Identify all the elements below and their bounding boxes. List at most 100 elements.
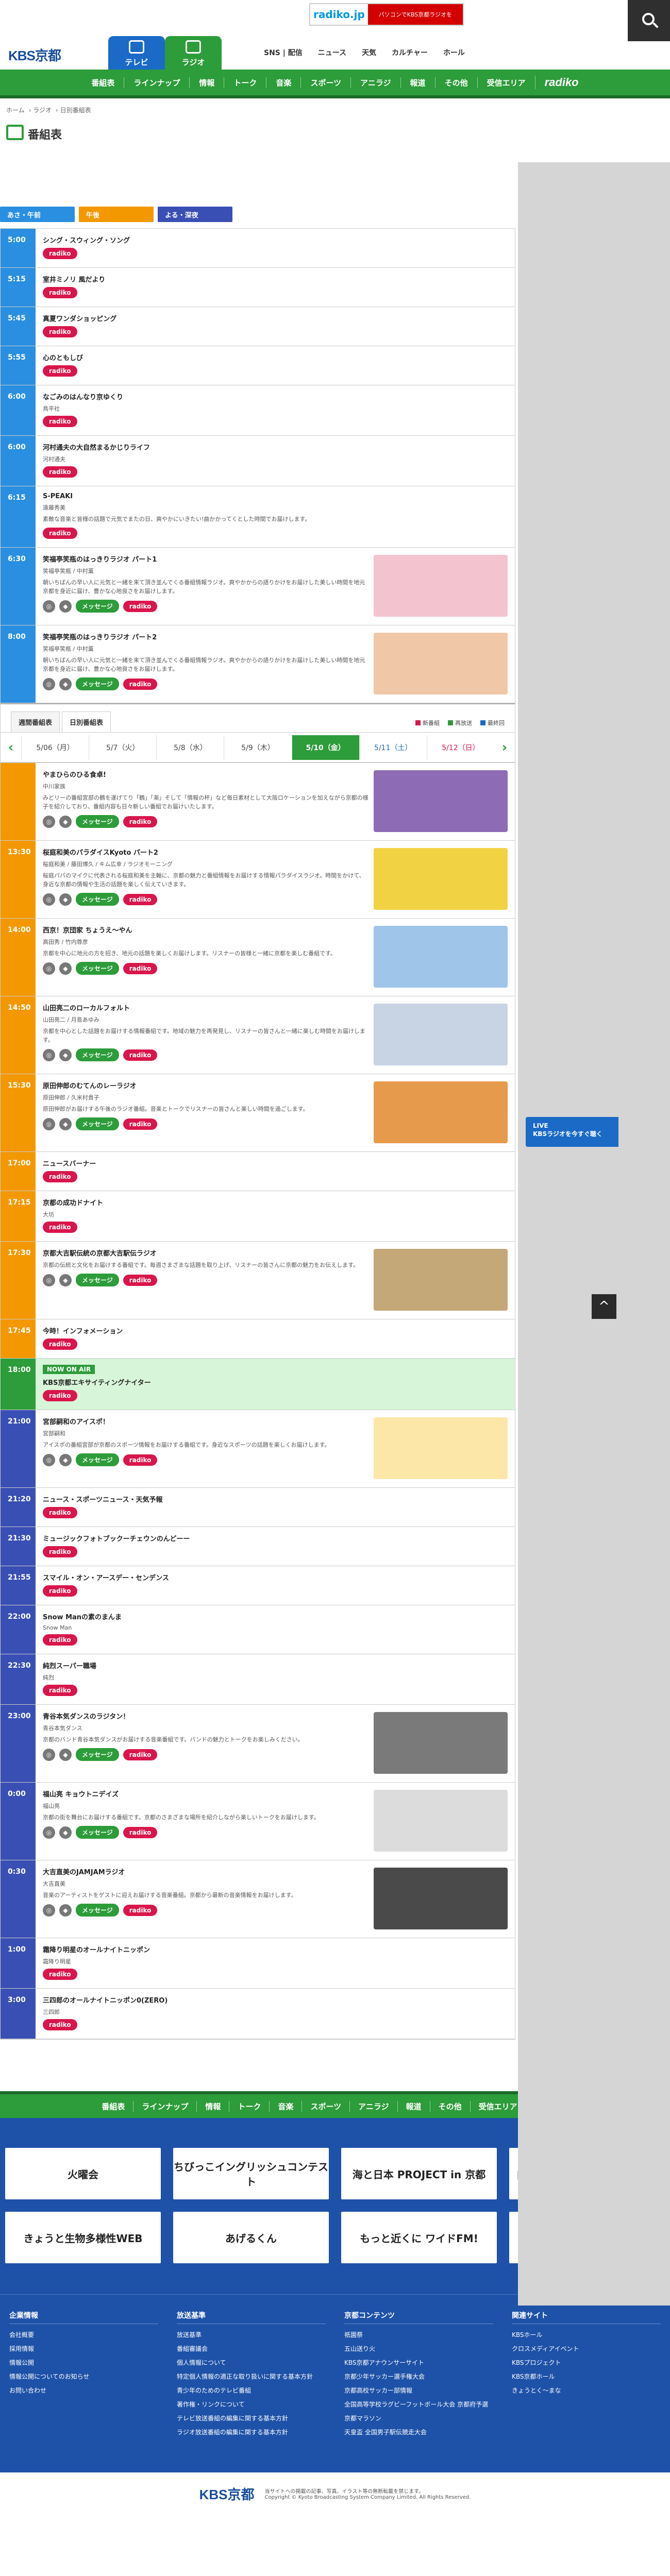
- footer-link[interactable]: 個人情報について: [177, 2358, 326, 2367]
- program-body[interactable]: 今時！インフォメーション radiko: [36, 1319, 515, 1358]
- radiko-button[interactable]: radiko: [123, 962, 158, 974]
- radiko-button[interactable]: radiko: [123, 1118, 158, 1130]
- twitter-icon[interactable]: ◆: [59, 1826, 72, 1839]
- banner-item[interactable]: 海と日本 PROJECT in 京都: [341, 2148, 497, 2199]
- program-thumbnail[interactable]: [374, 1868, 508, 1929]
- program-body[interactable]: なごみのはんなり京ゆくり 鳥平社 radiko: [36, 385, 515, 435]
- program-thumbnail[interactable]: [374, 1081, 508, 1143]
- footer-link[interactable]: 五山送り火: [344, 2344, 493, 2353]
- nav-talk[interactable]: トーク: [224, 77, 266, 88]
- fnav-anime[interactable]: アニラジ: [349, 2100, 397, 2112]
- program-thumbnail[interactable]: [374, 770, 508, 832]
- footer-link[interactable]: 祇園祭: [344, 2330, 493, 2339]
- share-icon[interactable]: ◎: [43, 815, 55, 828]
- twitter-icon[interactable]: ◆: [59, 1048, 72, 1061]
- tod-noon-tab[interactable]: 午後: [79, 207, 154, 222]
- program-title[interactable]: ミュージックフォトブックーチェウンのんどーー: [43, 1533, 508, 1543]
- radiko-button[interactable]: radiko: [43, 1546, 77, 1557]
- nav-radiko[interactable]: radiko: [534, 76, 588, 89]
- nav-lineup[interactable]: ラインナップ: [124, 77, 189, 88]
- footer-link[interactable]: ラジオ放送番組の編集に関する基本方針: [177, 2428, 326, 2436]
- footer-link[interactable]: 会社概要: [9, 2330, 158, 2339]
- radiko-button[interactable]: radiko: [123, 1904, 158, 1916]
- topnav-news[interactable]: ニュース: [316, 47, 348, 58]
- footer-link[interactable]: KBS京都ホール: [512, 2372, 661, 2381]
- twitter-icon[interactable]: ◆: [59, 893, 72, 906]
- breadcrumb-home[interactable]: ホーム: [6, 107, 25, 114]
- radiko-button[interactable]: radiko: [43, 466, 77, 478]
- twitter-icon[interactable]: ◆: [59, 1453, 72, 1466]
- footer-link[interactable]: 番組審議会: [177, 2344, 326, 2353]
- day-tab[interactable]: 5/7（火）: [89, 735, 156, 760]
- radiko-button[interactable]: radiko: [43, 248, 77, 259]
- live-listen-button[interactable]: LIVE KBSラジオを今すぐ聴く: [526, 1117, 618, 1147]
- message-button[interactable]: メッセージ: [76, 1274, 119, 1286]
- radiko-button[interactable]: radiko: [43, 1634, 77, 1646]
- program-thumbnail[interactable]: [374, 633, 508, 694]
- share-icon[interactable]: ◎: [43, 1826, 55, 1839]
- tod-night-tab[interactable]: よる・深夜: [158, 207, 232, 222]
- program-title[interactable]: 心のともしび: [43, 352, 508, 362]
- radiko-button[interactable]: radiko: [43, 1222, 77, 1233]
- program-body[interactable]: 福山亮 キョウトニデイズ 福山亮 京都の街を舞台にお届けする番組です。京都のさまざま…: [36, 1783, 515, 1860]
- message-button[interactable]: メッセージ: [76, 815, 119, 828]
- program-title[interactable]: スマイル・オン・アースデー・センデンス: [43, 1572, 508, 1582]
- radiko-button[interactable]: radiko: [43, 1171, 77, 1182]
- footer-link[interactable]: KBS京都アナウンサーサイト: [344, 2358, 493, 2367]
- program-body[interactable]: 桜庭和美のパラダイスKyoto パート2 桜庭和美 / 藤田博久 / キム広幸 /…: [36, 841, 515, 918]
- program-body[interactable]: 河村通夫の大自然まるかじりライフ 河村通夫 radiko: [36, 436, 515, 486]
- program-body[interactable]: 霜降り明星のオールナイトニッポン 霜降り明星 radiko: [36, 1938, 515, 1988]
- banner-item[interactable]: きょうと生物多様性WEB: [5, 2212, 161, 2263]
- program-thumbnail[interactable]: [374, 926, 508, 988]
- program-title[interactable]: 京都の成功ドナイト: [43, 1197, 508, 1207]
- share-icon[interactable]: ◎: [43, 1453, 55, 1466]
- program-body[interactable]: 真夏ワンダショッピング radiko: [36, 307, 515, 346]
- share-icon[interactable]: ◎: [43, 1904, 55, 1917]
- message-button[interactable]: メッセージ: [76, 1826, 119, 1839]
- twitter-icon[interactable]: ◆: [59, 815, 72, 828]
- nav-news[interactable]: 報道: [400, 77, 435, 88]
- fnav-info[interactable]: 情報: [196, 2100, 229, 2112]
- chevron-left-icon[interactable]: ‹: [1, 740, 21, 755]
- share-icon[interactable]: ◎: [43, 1048, 55, 1061]
- nav-sports[interactable]: スポーツ: [300, 77, 350, 88]
- program-title[interactable]: ニュースバーナー: [43, 1158, 508, 1168]
- program-title[interactable]: シング・スウィング・ソング: [43, 235, 508, 245]
- program-body[interactable]: 心のともしび radiko: [36, 346, 515, 385]
- program-body[interactable]: 笑福亭笑瓶のはっきりラジオ パート2 笑福亭笑瓶 / 中村薫 朝いちばんの早い人に元…: [36, 625, 515, 703]
- page-top-button[interactable]: ^: [592, 1294, 616, 1319]
- radiko-button[interactable]: radiko: [43, 287, 77, 298]
- fnav-news[interactable]: 報道: [397, 2100, 430, 2112]
- message-button[interactable]: メッセージ: [76, 600, 119, 613]
- banner-item[interactable]: あげるくん: [173, 2212, 329, 2263]
- radiko-button[interactable]: radiko: [43, 1390, 77, 1401]
- twitter-icon[interactable]: ◆: [59, 600, 72, 613]
- footer-logo[interactable]: KBS京都: [199, 2484, 255, 2503]
- fnav-music[interactable]: 音楽: [269, 2100, 301, 2112]
- day-tab[interactable]: 5/10（金）: [291, 735, 359, 760]
- program-body[interactable]: 西京！京団家 ちょうえ〜やん 高田秀 / 竹内尊彦 京都を中心に地元の方を招き、地元…: [36, 919, 515, 996]
- footer-link[interactable]: 京都少年サッカー選手権大会: [344, 2372, 493, 2381]
- footer-link[interactable]: テレビ放送番組の編集に関する基本方針: [177, 2414, 326, 2422]
- twitter-icon[interactable]: ◆: [59, 1748, 72, 1761]
- radiko-button[interactable]: radiko: [43, 365, 77, 377]
- radiko-button[interactable]: radiko: [43, 528, 77, 539]
- share-icon[interactable]: ◎: [43, 1274, 55, 1286]
- footer-link[interactable]: 全国高等学校ラグビーフットボール大会 京都府予選: [344, 2400, 493, 2409]
- program-title[interactable]: 三四郎のオールナイトニッポン0(ZERO): [43, 1995, 508, 2005]
- nav-music[interactable]: 音楽: [266, 77, 300, 88]
- footer-link[interactable]: 放送基準: [177, 2330, 326, 2339]
- share-icon[interactable]: ◎: [43, 677, 55, 690]
- program-title[interactable]: 河村通夫の大自然まるかじりライフ: [43, 442, 508, 452]
- radiko-button[interactable]: radiko: [123, 1826, 158, 1838]
- breadcrumb-radio[interactable]: ラジオ: [33, 107, 52, 114]
- fnav-area[interactable]: 受信エリア: [470, 2100, 526, 2112]
- twitter-icon[interactable]: ◆: [59, 1274, 72, 1286]
- radiko-button[interactable]: radiko: [123, 816, 158, 827]
- tab-radio[interactable]: ラジオ: [165, 36, 222, 70]
- footer-link[interactable]: 青少年のためのテレビ番組: [177, 2386, 326, 2395]
- program-title[interactable]: Snow Manの素のまんま: [43, 1612, 508, 1621]
- program-body[interactable]: 三四郎のオールナイトニッポン0(ZERO) 三四郎 radiko: [36, 1989, 515, 2039]
- program-body[interactable]: 原田伸郎のむてんのレーラジオ 原田伸郎 / 久米村貴子 原田伸郎がお届けする午後のラ…: [36, 1074, 515, 1151]
- program-body[interactable]: 山田亮二のローカルフォルト 山田亮二 / 月島あゆみ 京都を中心とした話題をお届けす…: [36, 996, 515, 1074]
